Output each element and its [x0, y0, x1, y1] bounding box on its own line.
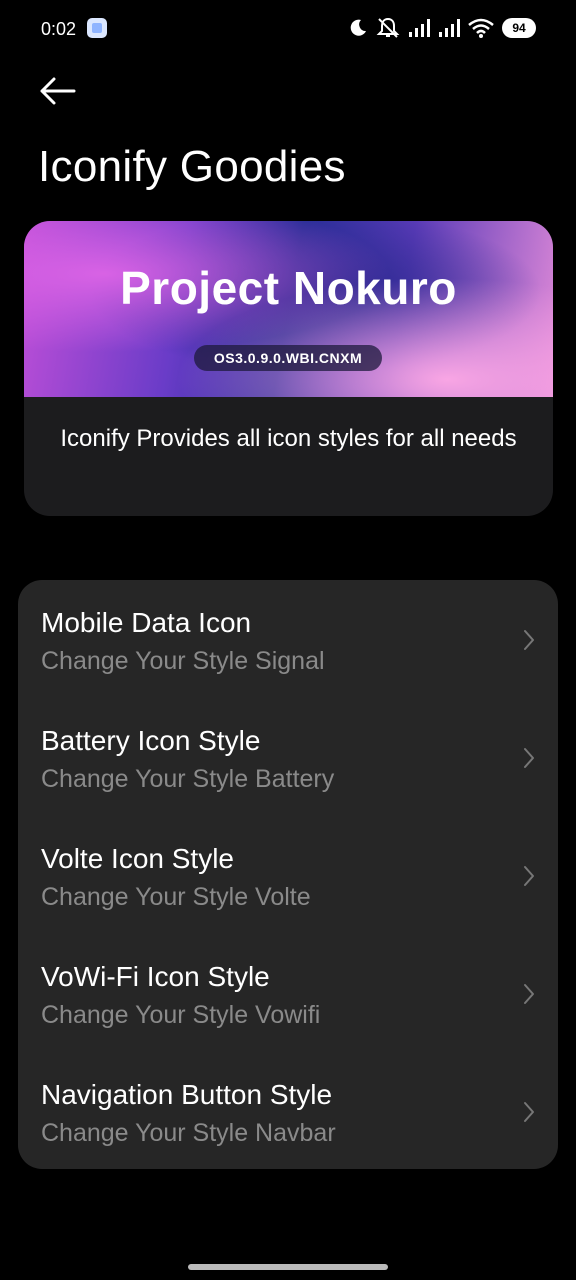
status-bar: 0:02 94 [0, 0, 576, 60]
list-item-battery[interactable]: Battery Icon Style Change Your Style Bat… [18, 700, 558, 818]
item-subtitle: Change Your Style Navbar [41, 1119, 336, 1147]
battery-indicator: 94 [502, 18, 536, 38]
arrow-left-icon[interactable] [38, 74, 78, 108]
item-subtitle: Change Your Style Vowifi [41, 1001, 321, 1029]
banner-card: Project Nokuro OS3.0.9.0.WBI.CNXM Iconif… [24, 221, 553, 516]
banner-title: Project Nokuro [120, 262, 457, 314]
item-subtitle: Change Your Style Volte [41, 883, 311, 911]
settings-list: Mobile Data Icon Change Your Style Signa… [18, 580, 558, 1169]
mute-icon [376, 17, 400, 38]
chevron-right-icon [524, 748, 534, 768]
list-item-mobile-data[interactable]: Mobile Data Icon Change Your Style Signa… [18, 582, 558, 700]
notification-app-icon [87, 18, 107, 38]
chevron-right-icon [524, 984, 534, 1004]
chevron-right-icon [524, 1102, 534, 1122]
banner-description: Iconify Provides all icon styles for all… [60, 425, 517, 452]
chevron-right-icon [524, 866, 534, 886]
wifi-icon [468, 18, 494, 38]
item-subtitle: Change Your Style Signal [41, 647, 325, 675]
item-title: VoWi-Fi Icon Style [41, 961, 270, 992]
status-time: 0:02 [41, 19, 77, 39]
page-title: Iconify Goodies [38, 142, 346, 191]
status-icons: 94 [348, 16, 536, 40]
signal-icon [409, 19, 430, 37]
home-indicator[interactable] [188, 1264, 388, 1270]
list-item-vowifi[interactable]: VoWi-Fi Icon Style Change Your Style Vow… [18, 936, 558, 1054]
signal-icon [439, 19, 460, 37]
list-item-volte[interactable]: Volte Icon Style Change Your Style Volte [18, 818, 558, 936]
version-badge: OS3.0.9.0.WBI.CNXM [194, 345, 382, 371]
chevron-right-icon [524, 630, 534, 650]
item-title: Volte Icon Style [41, 843, 235, 874]
list-item-navigation[interactable]: Navigation Button Style Change Your Styl… [18, 1054, 558, 1172]
item-title: Navigation Button Style [41, 1079, 333, 1110]
moon-icon [350, 19, 366, 36]
item-subtitle: Change Your Style Battery [41, 765, 335, 793]
item-title: Mobile Data Icon [41, 607, 252, 638]
item-title: Battery Icon Style [41, 725, 261, 756]
banner-image: Project Nokuro OS3.0.9.0.WBI.CNXM [24, 221, 553, 397]
